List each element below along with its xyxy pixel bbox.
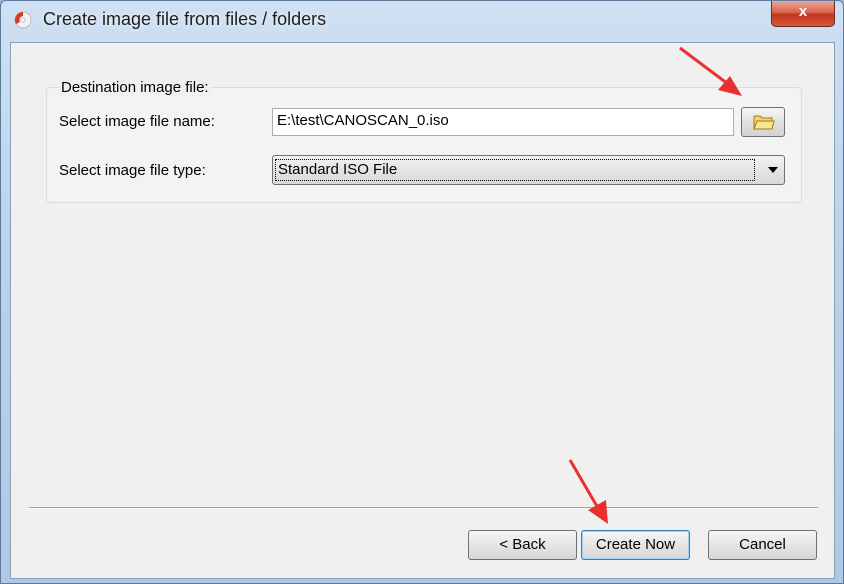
file-type-selected-value: Standard ISO File [275, 159, 755, 181]
folder-icon [753, 115, 775, 130]
separator-line [29, 507, 818, 509]
create-now-button[interactable]: Create Now [581, 530, 690, 560]
browse-button[interactable] [741, 107, 785, 137]
cancel-button[interactable]: Cancel [708, 530, 817, 560]
destination-group: Destination image file: [46, 79, 802, 203]
back-button[interactable]: < Back [468, 530, 577, 560]
dropdown-arrow-icon [768, 167, 778, 173]
title-bar[interactable]: Create image file from files / folders x [1, 1, 843, 37]
dialog-content: Destination image file: Select image fil… [10, 42, 835, 579]
window-title: Create image file from files / folders [43, 9, 327, 29]
file-type-select[interactable]: Standard ISO File [272, 155, 785, 185]
file-name-label: Select image file name: [59, 113, 215, 130]
dialog-window: Create image file from files / folders x… [0, 0, 844, 584]
file-name-input[interactable]: E:\test\CANOSCAN_0.iso [272, 108, 734, 136]
app-logo-icon [14, 11, 32, 29]
destination-group-title: Destination image file: [59, 79, 211, 96]
file-type-label: Select image file type: [59, 162, 206, 179]
close-button[interactable]: x [771, 1, 835, 27]
